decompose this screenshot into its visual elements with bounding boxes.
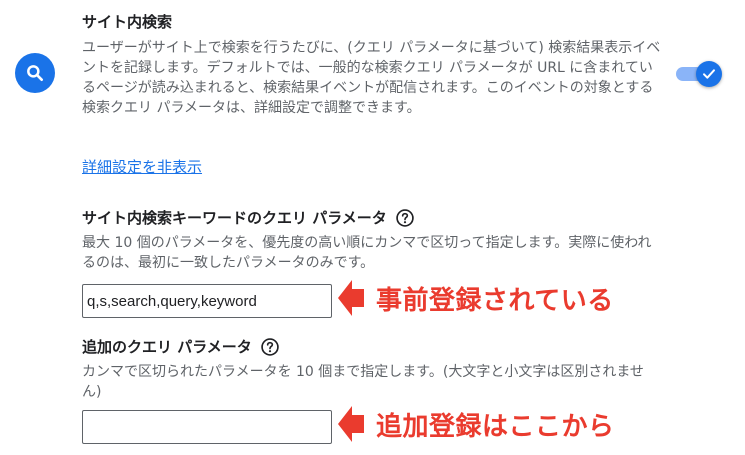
registered-annotation: 事前登録されている	[338, 278, 614, 318]
left-arrow-icon	[338, 404, 364, 444]
toggle-thumb	[696, 61, 722, 87]
add-here-annotation: 追加登録はここから	[338, 404, 615, 444]
site-search-toggle[interactable]	[676, 61, 722, 87]
keyword-param-input[interactable]	[82, 284, 332, 318]
registered-annotation-text: 事前登録されている	[376, 285, 614, 316]
keyword-param-label-text: サイト内検索キーワードのクエリ パラメータ	[82, 209, 387, 227]
keyword-param-help: 最大 10 個のパラメータを、優先度の高い順にカンマで区切って指定します。実際に…	[82, 235, 652, 271]
hide-advanced-settings-link[interactable]: 詳細設定を非表示	[82, 156, 202, 178]
additional-param-label-text: 追加のクエリ パラメータ	[82, 338, 252, 356]
check-icon	[703, 69, 715, 79]
site-search-badge	[15, 53, 55, 93]
additional-param-input[interactable]	[82, 410, 332, 444]
help-icon[interactable]	[395, 208, 415, 228]
search-icon	[27, 65, 44, 81]
add-here-annotation-text: 追加登録はここから	[376, 411, 615, 442]
site-search-title: サイト内検索	[82, 13, 173, 31]
help-icon[interactable]	[260, 337, 280, 357]
additional-param-label: 追加のクエリ パラメータ	[82, 336, 280, 358]
left-arrow-icon	[338, 278, 364, 318]
keyword-param-label: サイト内検索キーワードのクエリ パラメータ	[82, 207, 415, 229]
additional-param-help: カンマで区切られたパラメータを 10 個まで指定します。(大文字と小文字は区別さ…	[82, 364, 644, 400]
site-search-description: ユーザーがサイト上で検索を行うたびに、(クエリ パラメータに基づいて) 検索結果…	[82, 40, 661, 116]
